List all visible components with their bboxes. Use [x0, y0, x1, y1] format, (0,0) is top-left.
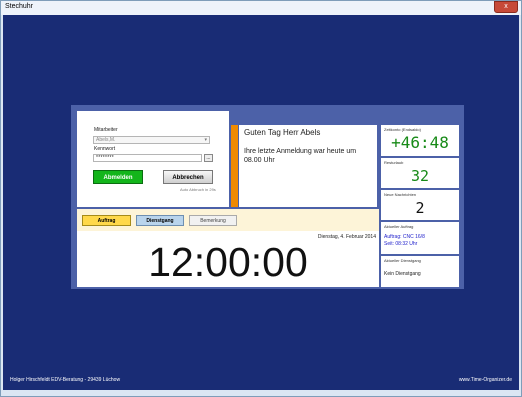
employee-label: Mitarbeiter	[94, 127, 118, 133]
close-icon: x	[504, 3, 508, 10]
logout-button[interactable]: Abmelden	[93, 170, 143, 184]
close-button[interactable]: x	[494, 1, 518, 13]
cancel-button[interactable]: Abbrechen	[163, 170, 213, 184]
footer-company: Holger Hirschfeldt EDV-Beratung - 29439 …	[10, 377, 121, 383]
resturlaub-label: Resturlaub	[384, 160, 404, 165]
password-value: ********	[96, 155, 114, 161]
nachrichten-label: Neue Nachrichten	[384, 192, 417, 197]
dienstgang-label: Aktueller Dienstgang	[384, 258, 421, 263]
zeitkonto-value: +46:48	[391, 133, 449, 152]
auftrag-label: Aktueller Auftrag	[384, 224, 414, 229]
dienstgang-value: Kein Dienstgang	[384, 271, 421, 277]
login-box: Mitarbeiter Abels,M. ▾ Kennwort ********…	[77, 111, 229, 207]
nachrichten-value: 2	[415, 199, 425, 217]
action-tabs: Auftrag Dienstgang Bemerkung	[77, 209, 379, 231]
greeting-message: Ihre letzte Anmeldung war heute um 08.00…	[244, 148, 357, 164]
tab-bemerkung[interactable]: Bemerkung	[189, 215, 237, 226]
nachrichten-box[interactable]: Neue Nachrichten 2	[381, 190, 459, 220]
auftrag-since: Seit: 08:32 Uhr	[384, 241, 418, 247]
window-title: Stechuhr	[5, 3, 34, 10]
dienstgang-box: Aktueller Dienstgang Kein Dienstgang	[381, 256, 459, 287]
app-window: Stechuhr x Mitarbeiter Abels,M. ▾ Kennwo…	[0, 0, 522, 397]
zeitkonto-label: Zeitkonto (Endsaldo)	[384, 127, 421, 132]
greeting-box: Guten Tag Herr Abels Ihre letzte Anmeldu…	[239, 125, 377, 207]
clock-box: Dienstag, 4. Februar 2014 12:00:00	[77, 231, 379, 287]
employee-value: Abels,M.	[96, 137, 116, 143]
tab-dienstgang[interactable]: Dienstgang	[136, 215, 184, 226]
auto-cancel-text: Auto Abbruch in 29s	[180, 187, 216, 192]
chevron-down-icon: ▾	[204, 137, 207, 143]
resturlaub-box: Resturlaub 32	[381, 158, 459, 188]
resturlaub-value: 32	[410, 167, 430, 185]
zeitkonto-box: Zeitkonto (Endsaldo) +46:48	[381, 125, 459, 156]
title-bar: Stechuhr x	[1, 1, 521, 15]
employee-select[interactable]: Abels,M. ▾	[93, 136, 210, 144]
password-field[interactable]: ********	[93, 154, 202, 162]
password-label: Kennwort	[94, 146, 116, 152]
auftrag-line: Auftrag: CNC 16/8	[384, 234, 425, 240]
more-button[interactable]: ...	[204, 154, 213, 162]
clock-time: 12:00:00	[148, 239, 308, 285]
status-stripe	[231, 125, 238, 207]
tab-auftrag[interactable]: Auftrag	[82, 215, 131, 226]
greeting-headline: Guten Tag Herr Abels	[244, 128, 321, 137]
auftrag-box: Aktueller Auftrag Auftrag: CNC 16/8 Seit…	[381, 222, 459, 254]
footer-website[interactable]: www.Time-Organizer.de	[459, 377, 512, 383]
